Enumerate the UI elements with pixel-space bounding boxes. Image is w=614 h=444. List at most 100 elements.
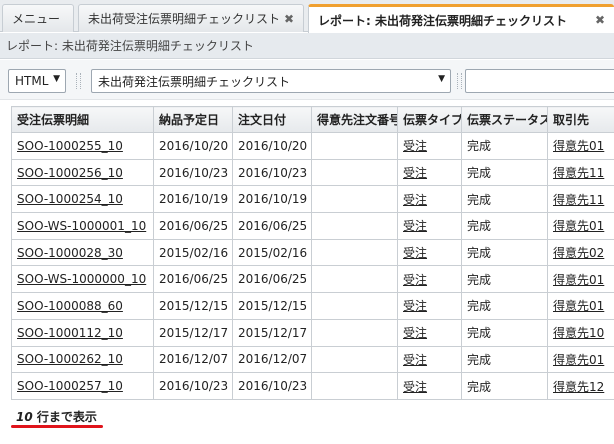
table-row: SOO-WS-1000001_10 2016/06/25 2016/06/25 受注 完… [11, 212, 614, 240]
table-cell: 2016/06/25 [153, 265, 233, 294]
partner-link[interactable]: 得意先10 [553, 326, 604, 340]
table-cell: 2016/10/20 [153, 132, 233, 160]
toolbar-separator [76, 73, 81, 89]
table-cell: 得意先12 [547, 372, 614, 400]
table-cell: 得意先01 [547, 132, 614, 160]
table-cell: 2015/12/17 [232, 318, 312, 347]
table-cell: SOO-WS-1000000_10 [11, 265, 154, 294]
partner-link[interactable]: 得意先01 [553, 299, 604, 313]
table-cell: 完成 [461, 238, 548, 267]
table-cell: 得意先10 [547, 318, 614, 347]
table-cell [311, 265, 398, 294]
table-cell [311, 158, 398, 187]
order-line-link[interactable]: SOO-1000028_30 [17, 246, 123, 260]
table-cell: 完成 [461, 345, 548, 374]
order-line-link[interactable]: SOO-1000112_10 [17, 326, 123, 340]
table-cell: 得意先01 [547, 265, 614, 294]
table-cell: 完成 [461, 185, 548, 214]
format-select[interactable]: HTML ▼ [8, 69, 66, 93]
slip-type-link[interactable]: 受注 [403, 139, 427, 153]
table-cell [311, 238, 398, 267]
table-row: SOO-1000262_10 2016/12/07 2016/12/07 受注 完成 得意… [11, 345, 614, 374]
report-table-container: 受注伝票明細 納品予定日 注文日付 得意先注文番号 伝票タイプ 伝票ステータス … [11, 106, 614, 400]
table-cell: SOO-1000262_10 [11, 345, 154, 374]
partner-link[interactable]: 得意先01 [553, 353, 604, 367]
order-line-link[interactable]: SOO-1000088_60 [17, 299, 123, 313]
row-count-label: 10 行まで表示 [16, 408, 97, 425]
table-cell: 2015/12/17 [153, 318, 233, 347]
table-cell: 得意先01 [547, 212, 614, 240]
column-header[interactable]: 伝票タイプ [397, 106, 462, 133]
slip-type-link[interactable]: 受注 [403, 219, 427, 233]
table-cell: 得意先11 [547, 158, 614, 187]
slip-type-link[interactable]: 受注 [403, 380, 427, 394]
order-line-link[interactable]: SOO-1000254_10 [17, 192, 123, 206]
toolbar-separator [457, 73, 462, 89]
report-select-value: 未出荷発注伝票明細チェックリスト [98, 74, 291, 89]
tab-order-checklist[interactable]: 未出荷受注伝票明細チェックリスト ✖ [78, 4, 304, 32]
format-select-value: HTML [15, 74, 49, 88]
table-cell: 得意先11 [547, 185, 614, 214]
report-select[interactable]: 未出荷発注伝票明細チェックリスト ▼ [91, 69, 451, 93]
table-cell: 受注 [397, 185, 462, 214]
table-row: SOO-1000088_60 2015/12/15 2015/12/15 受注 完成 得意… [11, 292, 614, 320]
slip-type-link[interactable]: 受注 [403, 353, 427, 367]
row-count-suffix: 行まで表示 [32, 410, 97, 424]
table-cell: 2016/06/25 [232, 212, 312, 240]
search-input[interactable] [465, 69, 614, 93]
slip-type-link[interactable]: 受注 [403, 246, 427, 260]
tab-menu[interactable]: メニュー [2, 4, 74, 32]
table-cell: 完成 [461, 292, 548, 320]
column-header[interactable]: 取引先 [547, 106, 614, 133]
table-cell: SOO-WS-1000001_10 [11, 212, 154, 240]
table-row: SOO-1000254_10 2016/10/19 2016/10/19 受注 完成 得意… [11, 185, 614, 214]
table-cell: 2016/06/25 [232, 265, 312, 294]
table-cell: SOO-1000255_10 [11, 132, 154, 160]
partner-link[interactable]: 得意先01 [553, 139, 604, 153]
close-icon[interactable]: ✖ [592, 13, 608, 27]
partner-link[interactable]: 得意先01 [553, 219, 604, 233]
table-cell: 2016/10/19 [153, 185, 233, 214]
table-cell: 受注 [397, 132, 462, 160]
column-header[interactable]: 伝票ステータス [461, 106, 548, 133]
order-line-link[interactable]: SOO-1000262_10 [17, 352, 123, 366]
partner-link[interactable]: 得意先01 [553, 273, 604, 287]
partner-link[interactable]: 得意先02 [553, 246, 604, 260]
partner-link[interactable]: 得意先12 [553, 380, 604, 394]
order-line-link[interactable]: SOO-1000256_10 [17, 166, 123, 180]
tab-bar: メニュー 未出荷受注伝票明細チェックリスト ✖ レポート: 未出荷発注伝票明細チ… [0, 0, 614, 33]
table-row: SOO-WS-1000000_10 2016/06/25 2016/06/25 受注 完… [11, 265, 614, 294]
order-line-link[interactable]: SOO-WS-1000000_10 [17, 272, 146, 286]
order-line-link[interactable]: SOO-1000255_10 [17, 139, 123, 153]
slip-type-link[interactable]: 受注 [403, 326, 427, 340]
table-cell [311, 372, 398, 400]
column-header[interactable]: 受注伝票明細 [11, 106, 154, 133]
table-cell: 2016/12/07 [153, 345, 233, 374]
table-cell: 得意先01 [547, 345, 614, 374]
partner-link[interactable]: 得意先11 [553, 166, 604, 180]
order-line-link[interactable]: SOO-WS-1000001_10 [17, 219, 146, 233]
table-cell: SOO-1000256_10 [11, 158, 154, 187]
slip-type-link[interactable]: 受注 [403, 299, 427, 313]
column-header[interactable]: 得意先注文番号 [311, 106, 398, 133]
slip-type-link[interactable]: 受注 [403, 273, 427, 287]
tab-report-active[interactable]: レポート: 未出荷発注伝票明細チェックリスト ✖ [308, 4, 614, 33]
table-cell: 2016/12/07 [232, 345, 312, 374]
slip-type-link[interactable]: 受注 [403, 166, 427, 180]
table-cell: 2016/10/23 [153, 372, 233, 400]
table-cell [311, 318, 398, 347]
table-cell [311, 212, 398, 240]
column-header[interactable]: 注文日付 [232, 106, 312, 133]
partner-link[interactable]: 得意先11 [553, 193, 604, 207]
table-cell: 完成 [461, 318, 548, 347]
table-cell [311, 132, 398, 160]
slip-type-link[interactable]: 受注 [403, 193, 427, 207]
close-icon[interactable]: ✖ [281, 12, 297, 26]
order-line-link[interactable]: SOO-1000257_10 [17, 379, 123, 393]
column-header[interactable]: 納品予定日 [153, 106, 233, 133]
table-cell: 完成 [461, 132, 548, 160]
table-cell: 受注 [397, 318, 462, 347]
table-cell: 受注 [397, 372, 462, 400]
table-cell: 受注 [397, 265, 462, 294]
table-header-row: 受注伝票明細 納品予定日 注文日付 得意先注文番号 伝票タイプ 伝票ステータス … [11, 106, 614, 133]
